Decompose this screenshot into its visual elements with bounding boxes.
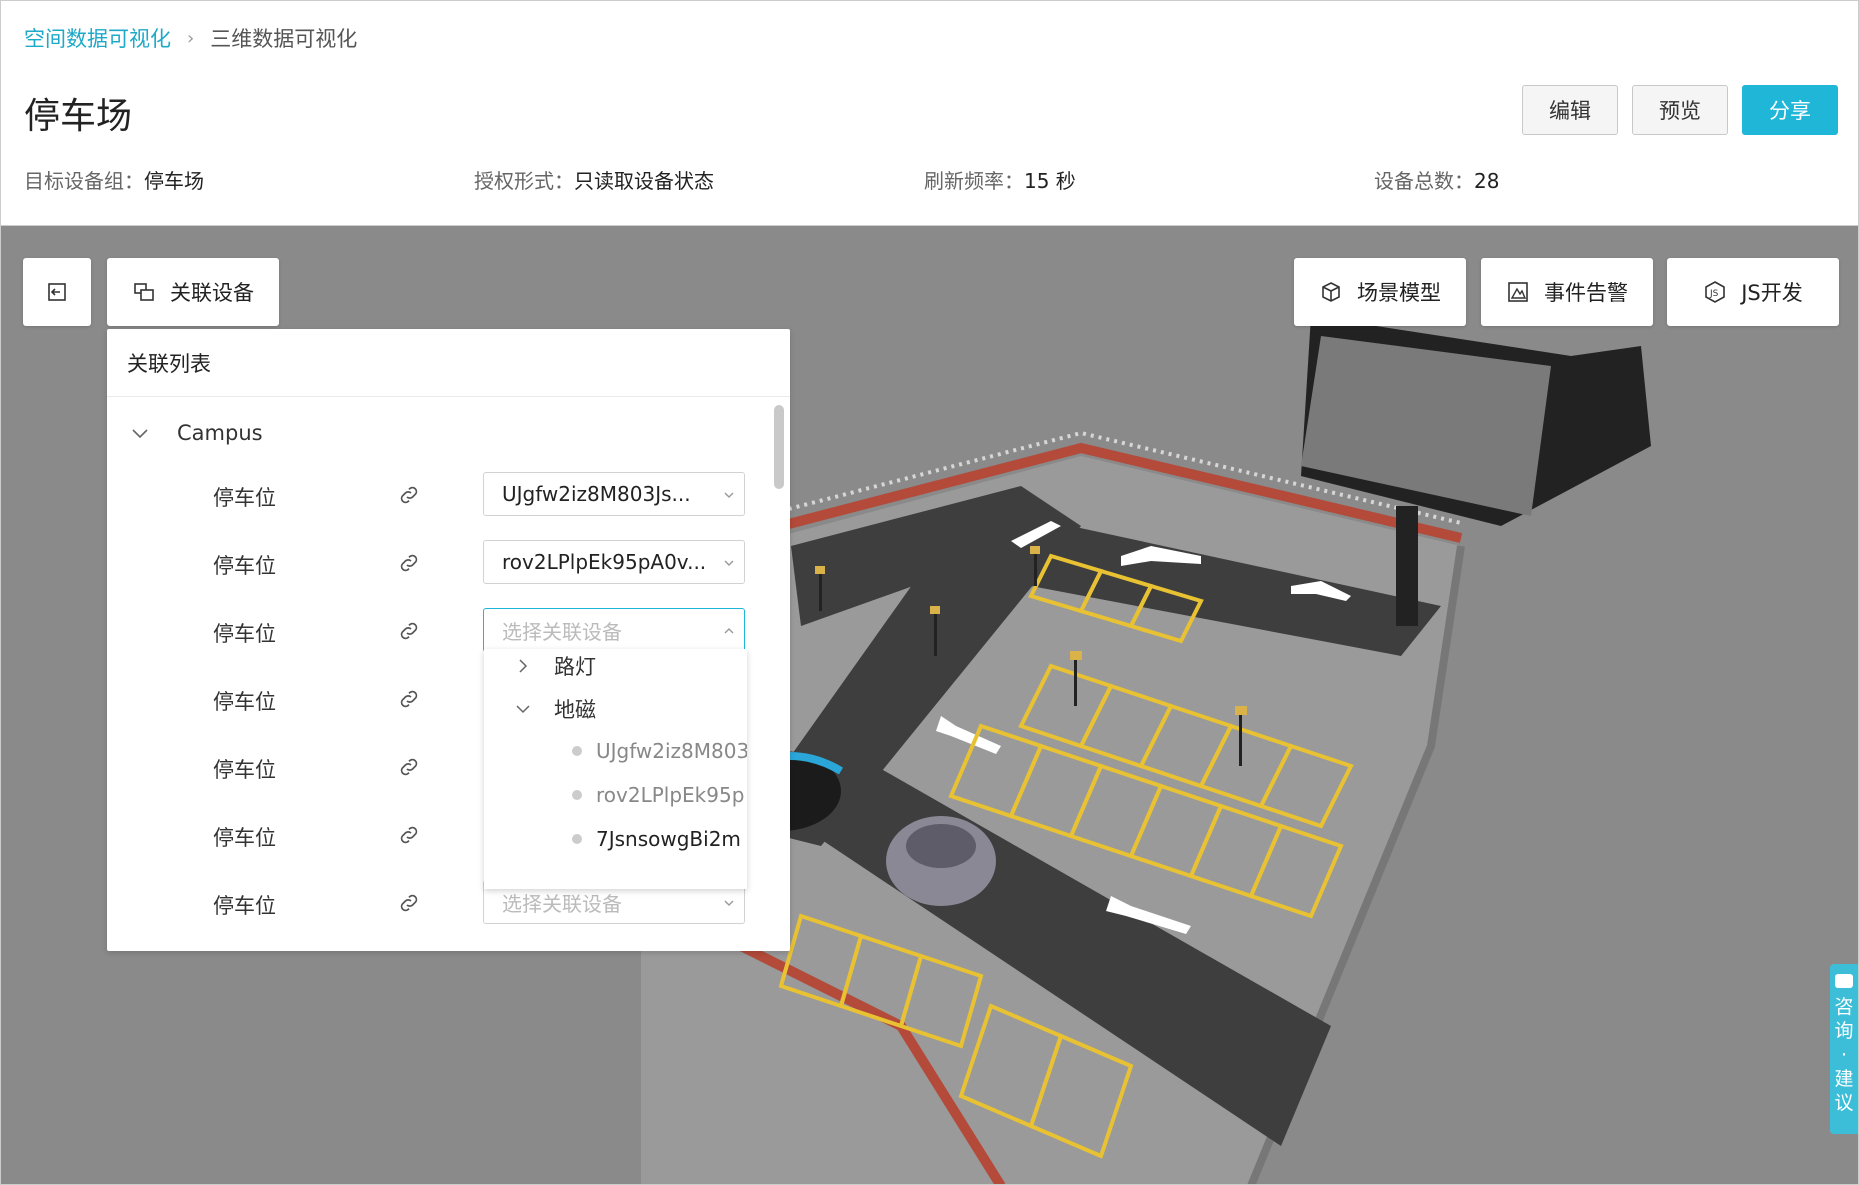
js-dev-button[interactable]: JS JS开发 [1667, 258, 1839, 326]
event-alarm-button[interactable]: 事件告警 [1481, 258, 1653, 326]
related-devices-button[interactable]: 关联设备 [107, 258, 279, 326]
tree-root-campus[interactable]: Campus [129, 421, 263, 445]
meta-info: 目标设备组：停车场 授权形式：只读取设备状态 刷新频率：15 秒 设备总数：28 [24, 165, 1824, 194]
billboard-screen [1301, 336, 1551, 516]
device-select-open[interactable]: 选择关联设备 [483, 608, 745, 652]
meta-item-device-count: 设备总数：28 [1374, 169, 1500, 193]
device-select[interactable]: rov2LPlpEk95pA0v... [483, 540, 745, 584]
scene-model-button[interactable]: 场景模型 [1294, 258, 1466, 326]
chevron-down-icon [724, 560, 734, 566]
device-row-label: 停车位 [213, 486, 276, 510]
chat-icon [1835, 974, 1853, 988]
scrollbar[interactable] [774, 405, 784, 489]
link-icon[interactable] [397, 891, 421, 915]
collapse-panel-button[interactable] [23, 258, 91, 326]
device-row-label: 停车位 [213, 758, 276, 782]
nodejs-icon: JS [1703, 280, 1727, 304]
js-dev-label: JS开发 [1741, 281, 1803, 305]
breadcrumb: 空间数据可视化 › 三维数据可视化 [24, 23, 357, 53]
share-button[interactable]: 分享 [1742, 85, 1838, 135]
page-title: 停车场 [24, 96, 133, 137]
page-header: 空间数据可视化 › 三维数据可视化 停车场 编辑 预览 分享 目标设备组：停车场… [0, 0, 1859, 225]
scene-model-label: 场景模型 [1357, 281, 1441, 305]
car-silver-roof [906, 824, 976, 868]
dropdown-group-label: 路灯 [554, 655, 596, 679]
device-row-label: 停车位 [213, 554, 276, 578]
exit-icon [48, 283, 66, 301]
chevron-down-icon [516, 705, 530, 714]
chevron-up-icon [724, 628, 734, 634]
tree-root-label: Campus [177, 421, 263, 445]
device-row: 停车位 选择关联设备 [107, 608, 757, 654]
billboard-pole [1396, 506, 1418, 626]
svg-text:JS: JS [1709, 289, 1719, 299]
device-row-label: 停车位 [213, 826, 276, 850]
device-row-label: 停车位 [213, 690, 276, 714]
device-select[interactable]: UJgfw2iz8M803Js... [483, 472, 745, 516]
link-icon[interactable] [397, 687, 421, 711]
dropdown-group-geomagnetic[interactable]: 地磁 [514, 694, 596, 724]
device-tree-dropdown[interactable]: 路灯 地磁 UJgfw2iz8M803 rov2LPlpEk95p 7Jsnso… [484, 649, 747, 889]
panel-title: 关联列表 [107, 329, 790, 397]
device-row-label: 停车位 [213, 894, 276, 918]
status-dot [572, 834, 582, 844]
dropdown-group-label: 地磁 [554, 698, 596, 722]
dropdown-device-option[interactable]: rov2LPlpEk95p [572, 783, 744, 807]
device-row: 停车位 rov2LPlpEk95pA0v... [107, 540, 757, 586]
devices-icon [132, 280, 156, 304]
chevron-down-icon [724, 492, 734, 498]
related-devices-label: 关联设备 [170, 281, 254, 305]
header-actions: 编辑 预览 分享 [1522, 85, 1838, 135]
link-icon[interactable] [397, 551, 421, 575]
alarm-image-icon [1506, 280, 1530, 304]
consult-suggest-tab[interactable]: 咨 询 · 建 议 [1830, 964, 1858, 1134]
meta-item-target-group: 目标设备组：停车场 [24, 169, 204, 193]
chevron-down-icon [132, 429, 148, 439]
chevron-right-icon [519, 659, 528, 673]
link-icon[interactable] [397, 619, 421, 643]
breadcrumb-current: 三维数据可视化 [210, 27, 358, 51]
status-dot [572, 746, 582, 756]
breadcrumb-separator-icon: › [187, 27, 195, 49]
breadcrumb-parent-link[interactable]: 空间数据可视化 [24, 23, 171, 53]
device-row: 停车位 UJgfw2iz8M803Js... [107, 472, 757, 518]
link-icon[interactable] [397, 823, 421, 847]
edit-button[interactable]: 编辑 [1522, 85, 1618, 135]
dropdown-device-option[interactable]: 7JsnsowgBi2m [572, 827, 741, 851]
meta-item-auth: 授权形式：只读取设备状态 [474, 169, 714, 193]
status-dot [572, 790, 582, 800]
scene-viewport[interactable]: 关联设备 场景模型 事件告警 JS JS开发 关联列表 Campus 停车位 U… [0, 225, 1859, 1185]
link-icon[interactable] [397, 755, 421, 779]
meta-item-refresh: 刷新频率：15 秒 [924, 169, 1076, 193]
chevron-down-icon [724, 900, 734, 906]
dropdown-group-streetlight[interactable]: 路灯 [514, 651, 596, 681]
link-icon[interactable] [397, 483, 421, 507]
device-row-label: 停车位 [213, 622, 276, 646]
event-alarm-label: 事件告警 [1544, 281, 1628, 305]
cube-icon [1319, 280, 1343, 304]
preview-button[interactable]: 预览 [1632, 85, 1728, 135]
dropdown-device-option[interactable]: UJgfw2iz8M803 [572, 739, 747, 763]
